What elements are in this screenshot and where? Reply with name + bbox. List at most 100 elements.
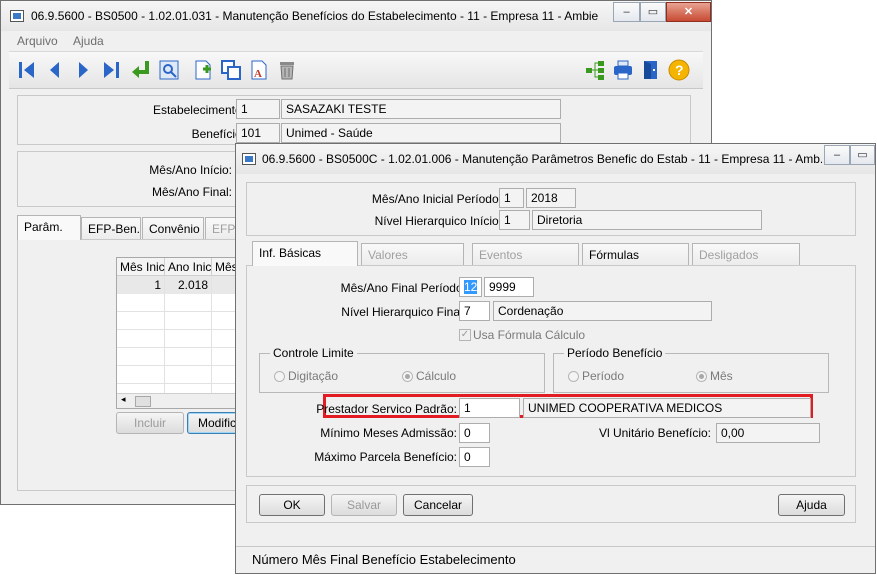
scroll-left-icon[interactable]: ◂ [121, 394, 126, 405]
goto-icon[interactable] [129, 58, 153, 82]
vl-unitario-field: 0,00 [716, 423, 820, 443]
exit-icon[interactable] [639, 58, 663, 82]
periodo-beneficio-title: Período Benefício [564, 346, 666, 360]
tab-valores[interactable]: Valores [361, 243, 464, 265]
dialog-titlebar[interactable]: 06.9.5600 - BS0500C - 1.02.01.006 - Manu… [236, 144, 875, 174]
usa-formula-label: Usa Fórmula Cálculo [473, 328, 586, 342]
new-record-icon[interactable] [191, 58, 215, 82]
dialog-app-icon [242, 153, 256, 165]
beneficio-name-field: Unimed - Saúde [281, 123, 561, 143]
copy-record-icon[interactable] [219, 58, 243, 82]
main-tab-convenio[interactable]: Convênio [142, 217, 204, 239]
periodo-beneficio-group: Período Benefício Período Mês [553, 346, 829, 393]
estabelecimento-name-field: SASAZAKI TESTE [281, 99, 561, 119]
mes-inicial-field[interactable]: 1 [499, 188, 524, 208]
last-record-icon[interactable] [99, 58, 123, 82]
cancelar-button[interactable]: Cancelar [403, 494, 473, 516]
toolbar: A ? [9, 51, 703, 89]
main-header-panel: Estabelecimento: 1 SASAZAKI TESTE Benefí… [17, 95, 691, 145]
search-icon[interactable] [157, 58, 181, 82]
inf-basicas-panel: Mês/Ano Final Período: 12 9999 Nível Hie… [246, 265, 856, 477]
scroll-thumb[interactable] [135, 396, 151, 407]
first-record-icon[interactable] [15, 58, 39, 82]
grid-cell-mes-inic: 1 [154, 278, 161, 292]
dialog-maximize-button[interactable]: ▭ [850, 145, 875, 165]
main-titlebar[interactable]: 06.9.5600 - BS0500 - 1.02.01.031 - Manut… [1, 1, 711, 31]
controle-limite-group: Controle Limite Digitação Cálculo [259, 346, 545, 393]
nivel-final-code-field[interactable]: 7 [459, 301, 490, 321]
previous-record-icon[interactable] [43, 58, 67, 82]
mes-label: Mês [710, 369, 733, 383]
close-button[interactable]: ✕ [666, 2, 711, 22]
mes-radio[interactable] [696, 371, 707, 382]
main-tab-param[interactable]: Parâm. [17, 215, 81, 240]
salvar-button[interactable]: Salvar [331, 494, 397, 516]
edit-record-icon[interactable]: A [247, 58, 271, 82]
dialog-window: 06.9.5600 - BS0500C - 1.02.01.006 - Manu… [235, 143, 876, 574]
dialog-minimize-button[interactable]: – [824, 145, 850, 165]
dialog-button-panel: OK Salvar Cancelar Ajuda [246, 485, 856, 523]
dialog-title: 06.9.5600 - BS0500C - 1.02.01.006 - Manu… [262, 152, 822, 166]
maximize-button[interactable]: ▭ [640, 2, 666, 22]
table-row[interactable]: 1 2.018 [117, 276, 245, 294]
svg-text:?: ? [675, 62, 684, 78]
estabelecimento-code-field[interactable]: 1 [236, 99, 280, 119]
ajuda-button[interactable]: Ajuda [778, 494, 845, 516]
ano-final-field[interactable]: 9999 [484, 277, 534, 297]
app-icon [10, 10, 24, 22]
calculo-label: Cálculo [416, 369, 457, 383]
tab-desligados[interactable]: Desligados [692, 243, 800, 265]
menu-ajuda[interactable]: Ajuda [73, 34, 104, 48]
periodo-label: Período [582, 369, 625, 383]
nivel-inicio-code-field[interactable]: 1 [499, 210, 530, 230]
mes-ano-inicial-label: Mês/Ano Inicial Período: [371, 192, 502, 206]
ano-inicial-field[interactable]: 2018 [526, 188, 576, 208]
delete-record-icon[interactable] [275, 58, 299, 82]
estabelecimento-label: Estabelecimento: [152, 103, 245, 117]
main-grid[interactable]: Mês Inic Ano Inic Mês 1 2.018 ◂ [116, 257, 246, 409]
dialog-statusbar: Número Mês Final Benefício Estabelecimen… [236, 546, 875, 573]
menu-arquivo[interactable]: Arquivo [17, 34, 58, 48]
mes-final-value: 12 [464, 280, 478, 294]
digitacao-label: Digitação [288, 369, 339, 383]
nivel-final-name-field: Cordenação [493, 301, 712, 321]
prestador-code-field[interactable]: 1 [459, 398, 520, 418]
status-text: Número Mês Final Benefício Estabelecimen… [252, 552, 516, 567]
grid-header-ano-inic[interactable]: Ano Inic [165, 258, 212, 276]
minimo-meses-field[interactable]: 0 [459, 423, 490, 443]
prestador-label: Prestador Servico Padrão: [316, 402, 457, 416]
dialog-header-panel: Mês/Ano Inicial Período: 1 2018 Nível Hi… [246, 182, 856, 236]
grid-cell-ano-inic: 2.018 [177, 278, 208, 292]
minimo-meses-label: Mínimo Meses Admissão: [320, 426, 457, 440]
tab-formulas[interactable]: Fórmulas [582, 243, 689, 265]
maximo-parcela-field[interactable]: 0 [459, 447, 490, 467]
periodo-radio[interactable] [568, 371, 579, 382]
usa-formula-checkbox[interactable]: ✓ [459, 329, 471, 341]
nivel-inicio-name-field: Diretoria [532, 210, 762, 230]
maximo-parcela-label: Máximo Parcela Benefício: [314, 450, 457, 464]
controle-limite-title: Controle Limite [270, 346, 357, 360]
grid-horizontal-scrollbar[interactable]: ◂ [117, 393, 245, 408]
vl-unitario-label: Vl Unitário Benefício: [598, 426, 711, 440]
mes-final-field[interactable]: 12 [459, 277, 482, 297]
structure-icon[interactable] [583, 58, 607, 82]
help-icon[interactable]: ? [667, 58, 691, 82]
nivel-final-label: Nível Hierarquico Final: [341, 305, 466, 319]
nivel-inicio-label: Nível Hierarquico Início: [374, 214, 502, 228]
calculo-radio[interactable] [402, 371, 413, 382]
svg-text:A: A [254, 68, 262, 80]
tab-eventos[interactable]: Eventos [472, 243, 579, 265]
next-record-icon[interactable] [71, 58, 95, 82]
mes-ano-final-label: Mês/Ano Final: [151, 185, 232, 199]
ok-button[interactable]: OK [259, 494, 325, 516]
incluir-button[interactable]: Incluir [116, 412, 184, 434]
main-tab-efp-ben[interactable]: EFP-Ben. [81, 217, 141, 239]
menubar: Arquivo Ajuda [1, 31, 711, 51]
digitacao-radio[interactable] [274, 371, 285, 382]
print-icon[interactable] [611, 58, 635, 82]
tab-inf-basicas[interactable]: Inf. Básicas [252, 241, 358, 266]
beneficio-code-field[interactable]: 101 [236, 123, 280, 143]
grid-header-mes-inic[interactable]: Mês Inic [117, 258, 165, 276]
prestador-name-field: UNIMED COOPERATIVA MEDICOS [523, 398, 811, 418]
minimize-button[interactable]: – [613, 2, 640, 22]
